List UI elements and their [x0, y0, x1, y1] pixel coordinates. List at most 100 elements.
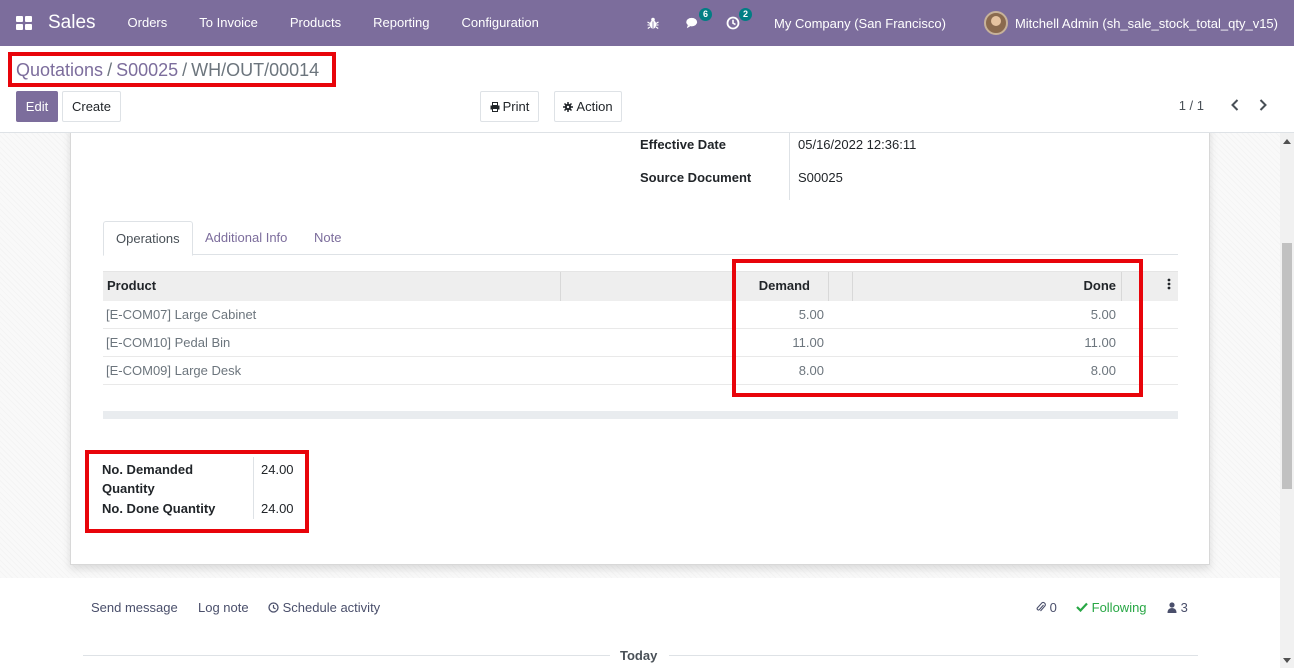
done-quantity-value: 24.00 [261, 501, 294, 516]
row-done: 8.00 [1090, 363, 1116, 378]
app-brand[interactable]: Sales [48, 12, 96, 34]
menu-reporting[interactable]: Reporting [357, 0, 445, 46]
field-divider [789, 133, 790, 200]
table-row[interactable]: [E-COM09] Large Desk 8.00 8.00 [103, 357, 1178, 385]
clock-icon [268, 602, 279, 613]
operations-table: Product Demand Done [E-COM07] Large Cabi… [103, 271, 1178, 385]
schedule-activity-button[interactable]: Schedule activity [268, 600, 380, 615]
source-document-value: S00025 [798, 170, 843, 185]
column-separator [828, 272, 829, 301]
user-icon [1167, 602, 1177, 613]
source-document-label: Source Document [640, 170, 752, 185]
row-done: 5.00 [1090, 307, 1116, 322]
breadcrumb: Quotations / S00025 / WH/OUT/00014 [16, 60, 319, 81]
tab-additional-info[interactable]: Additional Info [193, 221, 299, 255]
table-row[interactable]: [E-COM07] Large Cabinet 5.00 5.00 [103, 301, 1178, 329]
breadcrumb-quotations[interactable]: Quotations [16, 60, 103, 81]
pager-previous-button[interactable] [1228, 96, 1242, 114]
user-menu[interactable]: Mitchell Admin (sh_sale_stock_total_qty_… [1015, 16, 1278, 31]
action-button[interactable]: Action [554, 91, 622, 122]
pager-next-button[interactable] [1256, 96, 1270, 114]
demanded-quantity-label-line1: No. Demanded [102, 462, 194, 477]
done-quantity-label: No. Done Quantity [102, 501, 216, 516]
chevron-right-icon [1259, 99, 1267, 111]
check-icon [1076, 602, 1088, 613]
row-demand: 5.00 [798, 307, 824, 322]
print-icon [490, 101, 500, 112]
table-row[interactable]: [E-COM10] Pedal Bin 11.00 11.00 [103, 329, 1178, 357]
menu-to-invoice[interactable]: To Invoice [183, 0, 274, 46]
following-label: Following [1091, 600, 1147, 615]
top-navbar: Sales Orders To Invoice Products Reporti… [0, 0, 1294, 46]
today-divider-left [83, 655, 610, 656]
main-menu: Orders To Invoice Products Reporting Con… [112, 0, 555, 46]
tab-note[interactable]: Note [302, 221, 353, 255]
breadcrumb-current: WH/OUT/00014 [191, 60, 320, 80]
row-product: [E-COM09] Large Desk [106, 363, 242, 378]
apps-menu-icon[interactable] [16, 16, 32, 30]
tab-operations[interactable]: Operations [103, 221, 193, 256]
row-done: 11.00 [1084, 335, 1116, 350]
gear-icon [563, 101, 574, 112]
scrollbar-thumb[interactable] [1282, 243, 1292, 489]
attachments-count: 0 [1049, 600, 1057, 615]
demanded-quantity-label-line2: Quantity [102, 481, 155, 496]
edit-button[interactable]: Edit [16, 91, 58, 122]
notebook-tabs: Operations Additional Info Note [103, 221, 1178, 256]
today-separator: Today [620, 648, 658, 663]
menu-orders[interactable]: Orders [112, 0, 184, 46]
row-product: [E-COM10] Pedal Bin [106, 335, 231, 350]
table-header: Product Demand Done [103, 271, 1178, 301]
bug-icon[interactable] [646, 16, 660, 30]
activities-badge: 2 [739, 8, 753, 21]
systray: 6 2 My Company (San Francisco) Mitchell … [646, 0, 1294, 46]
chevron-left-icon [1231, 99, 1239, 111]
create-button[interactable]: Create [62, 91, 121, 122]
column-demand[interactable]: Demand [743, 272, 810, 301]
followers-button[interactable]: 3 [1167, 600, 1188, 615]
followers-count: 3 [1180, 600, 1188, 615]
following-button[interactable]: Following [1076, 600, 1147, 615]
effective-date-label: Effective Date [640, 137, 726, 152]
print-button[interactable]: Print [480, 91, 539, 122]
table-footer-bar [103, 411, 1178, 419]
row-demand: 11.00 [792, 335, 824, 350]
scroll-up-arrow[interactable] [1283, 139, 1291, 144]
today-divider-right [669, 655, 1198, 656]
company-switcher[interactable]: My Company (San Francisco) [774, 16, 946, 31]
column-done[interactable]: Done [1043, 272, 1117, 301]
action-label: Action [576, 99, 613, 114]
totals-divider [253, 457, 254, 519]
activities-icon[interactable]: 2 [726, 8, 753, 30]
effective-date-value: 05/16/2022 12:36:11 [798, 137, 917, 152]
column-separator [560, 272, 561, 301]
breadcrumb-order[interactable]: S00025 [116, 60, 178, 81]
messages-icon[interactable]: 6 [686, 8, 713, 30]
column-separator [852, 272, 853, 301]
control-panel: Quotations / S00025 / WH/OUT/00014 Edit … [0, 46, 1294, 133]
log-note-button[interactable]: Log note [198, 600, 249, 615]
column-separator [1121, 272, 1122, 301]
schedule-activity-label: Schedule activity [282, 600, 381, 615]
scroll-down-arrow[interactable] [1283, 658, 1291, 663]
breadcrumb-separator: / [182, 60, 188, 80]
row-product: [E-COM07] Large Cabinet [106, 307, 257, 322]
messages-badge: 6 [699, 8, 713, 21]
breadcrumb-separator: / [107, 60, 113, 80]
chatter: Send message Log note Schedule activity … [0, 578, 1280, 668]
demanded-quantity-label: No. Demanded Quantity [102, 462, 193, 496]
column-product[interactable]: Product [107, 272, 156, 301]
attachments-button[interactable]: 0 [1036, 600, 1057, 615]
optional-columns-icon[interactable] [1167, 272, 1173, 301]
user-avatar[interactable] [983, 11, 1008, 35]
vertical-scrollbar[interactable] [1280, 133, 1294, 668]
send-message-button[interactable]: Send message [91, 600, 178, 615]
demanded-quantity-value: 24.00 [261, 462, 294, 477]
pager-value[interactable]: 1 / 1 [1179, 98, 1204, 113]
form-sheet: Effective Date 05/16/2022 12:36:11 Sourc… [70, 133, 1210, 565]
menu-products[interactable]: Products [274, 0, 357, 46]
menu-configuration[interactable]: Configuration [446, 0, 555, 46]
print-label: Print [502, 99, 530, 114]
paperclip-icon [1036, 601, 1046, 612]
row-demand: 8.00 [798, 363, 824, 378]
